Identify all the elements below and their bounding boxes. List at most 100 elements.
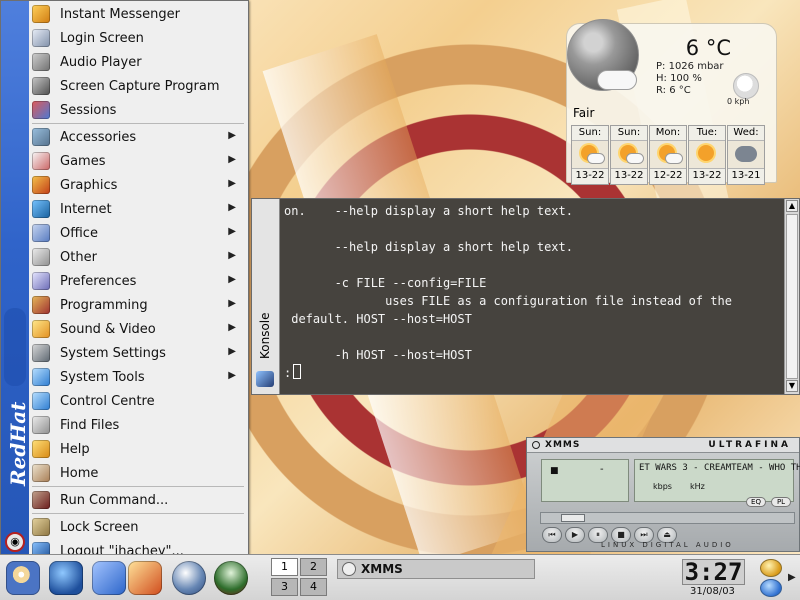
terminal-line: default. HOST --host=HOST — [284, 312, 472, 326]
xmms-song-display: ET WARS 3 - CREAMTEAM - WHO TH kbps kHz — [634, 459, 800, 502]
run-command-icon — [32, 491, 50, 509]
menu-item-preferences[interactable]: Preferences ▶ — [32, 269, 242, 293]
home-icon — [32, 464, 50, 482]
menu-item-label: Office — [60, 225, 98, 241]
menu-item-label: Screen Capture Program — [60, 78, 220, 94]
position-slider[interactable] — [540, 512, 795, 524]
submenu-arrow-icon: ▶ — [228, 154, 236, 165]
menu-item-control-centre[interactable]: Control Centre — [32, 389, 242, 413]
clock-date: 31/08/03 — [690, 586, 735, 597]
system-tools-icon — [32, 368, 50, 386]
scroll-down-icon[interactable]: ▼ — [786, 380, 798, 392]
tray-network-icon[interactable] — [760, 579, 782, 597]
taskbar-xmms-button[interactable]: XMMS — [337, 559, 535, 579]
menu-item-office[interactable]: Office ▶ — [32, 221, 242, 245]
menu-item-screen-capture[interactable]: Screen Capture Program — [32, 74, 242, 98]
menu-item-label: Login Screen — [60, 30, 144, 46]
menu-item-sessions[interactable]: Sessions — [32, 98, 242, 122]
konsole-tab[interactable]: Konsole — [252, 199, 280, 394]
control-centre-icon — [32, 392, 50, 410]
terminal-line: uses FILE as a configuration file instea… — [284, 294, 732, 308]
xmms-menu-icon[interactable] — [532, 441, 540, 449]
xmms-player[interactable]: XMMS ULTRAFINA ■ - ET WARS 3 - CREAMTEAM… — [526, 437, 800, 552]
scroll-up-icon[interactable]: ▲ — [786, 200, 798, 212]
pl-button[interactable]: PL — [771, 497, 791, 507]
menu-item-label: Internet — [60, 201, 112, 217]
desktop-4-button[interactable]: 4 — [300, 578, 327, 596]
play-indicator-icon: ■ — [550, 466, 559, 476]
tools-launcher-icon[interactable] — [214, 561, 248, 595]
scroll-thumb[interactable] — [786, 214, 798, 379]
menu-item-games[interactable]: Games ▶ — [32, 149, 242, 173]
browser-launcher-icon[interactable] — [92, 561, 126, 595]
menu-item-accessories[interactable]: Accessories ▶ — [32, 125, 242, 149]
forecast-day: Sun: 13-22 — [571, 125, 609, 185]
desktop-pager: 1 2 3 4 — [271, 558, 329, 598]
forecast-range: 13-22 — [614, 170, 644, 181]
menu-separator — [32, 486, 244, 487]
menu-item-run-command[interactable]: Run Command... — [32, 488, 242, 512]
cloud-icon — [597, 70, 637, 90]
menu-item-audio-player[interactable]: Audio Player — [32, 50, 242, 74]
preferences-icon — [32, 272, 50, 290]
terminal-launcher-icon[interactable] — [49, 561, 83, 595]
desktop-2-button[interactable]: 2 — [300, 558, 327, 576]
tray-expand-icon[interactable]: ▶ — [788, 572, 796, 583]
terminal-scrollbar[interactable]: ▲ ▼ — [784, 199, 799, 394]
time-display: - — [600, 464, 604, 475]
menu-item-programming[interactable]: Programming ▶ — [32, 293, 242, 317]
forecast-day-label: Tue: — [689, 126, 725, 141]
tray-app-icon[interactable] — [760, 559, 782, 577]
prompt-text: : — [284, 366, 292, 380]
web-launcher-icon[interactable] — [172, 561, 206, 595]
forecast-range: 13-22 — [575, 170, 605, 181]
k-menu-icon[interactable] — [6, 561, 40, 595]
menu-item-find-files[interactable]: Find Files — [32, 413, 242, 437]
help-icon — [32, 440, 50, 458]
clock-time[interactable]: 3:27 — [682, 559, 745, 585]
forecast-day: Mon: 12-22 — [649, 125, 687, 185]
menu-item-internet[interactable]: Internet ▶ — [32, 197, 242, 221]
menu-item-instant-messenger[interactable]: Instant Messenger — [32, 2, 242, 26]
submenu-arrow-icon: ▶ — [228, 274, 236, 285]
terminal-output[interactable]: on. --help display a short help text. --… — [280, 199, 785, 394]
menu-item-label: Programming — [60, 297, 148, 313]
menu-item-label: Find Files — [60, 417, 120, 433]
xmms-titlebar[interactable]: XMMS ULTRAFINA — [527, 438, 799, 453]
eq-button[interactable]: EQ — [746, 497, 766, 507]
sessions-icon — [32, 101, 50, 119]
konsole-window[interactable]: Konsole on. --help display a short help … — [251, 198, 800, 395]
lock-screen-icon — [32, 518, 50, 536]
menu-sidebar: RedHat ◉ — [1, 1, 29, 560]
menu-item-home[interactable]: Home — [32, 461, 242, 485]
submenu-arrow-icon: ▶ — [228, 178, 236, 189]
xmms-skin-name: ULTRAFINA — [708, 440, 791, 450]
menu-item-login-screen[interactable]: Login Screen — [32, 26, 242, 50]
menu-item-sound-video[interactable]: Sound & Video ▶ — [32, 317, 242, 341]
accessories-icon — [32, 128, 50, 146]
games-icon — [32, 152, 50, 170]
forecast-day-label: Wed: — [728, 126, 764, 141]
menu-item-label: System Tools — [60, 369, 145, 385]
position-slider-knob[interactable] — [561, 514, 585, 522]
humidity: H: 100 % — [656, 73, 702, 84]
wind-icon — [733, 73, 759, 99]
forecast-day: Wed: 13-21 — [727, 125, 765, 185]
menu-item-label: Preferences — [60, 273, 137, 289]
desktop-1-button[interactable]: 1 — [271, 558, 298, 576]
khz-label: kHz — [690, 482, 705, 491]
taskbar: 1 2 3 4 XMMS 3:27 31/08/03 ▶ — [0, 554, 800, 600]
menu-item-graphics[interactable]: Graphics ▶ — [32, 173, 242, 197]
storm-icon — [728, 141, 764, 169]
menu-item-lock-screen[interactable]: Lock Screen — [32, 515, 242, 539]
previous-icon[interactable]: ⏮ — [542, 527, 562, 543]
desktop-3-button[interactable]: 3 — [271, 578, 298, 596]
mail-launcher-icon[interactable] — [128, 561, 162, 595]
menu-item-help[interactable]: Help — [32, 437, 242, 461]
menu-item-other[interactable]: Other ▶ — [32, 245, 242, 269]
menu-item-system-settings[interactable]: System Settings ▶ — [32, 341, 242, 365]
submenu-arrow-icon: ▶ — [228, 250, 236, 261]
menu-item-system-tools[interactable]: System Tools ▶ — [32, 365, 242, 389]
text-cursor — [293, 364, 302, 379]
play-icon[interactable]: ▶ — [565, 527, 585, 543]
